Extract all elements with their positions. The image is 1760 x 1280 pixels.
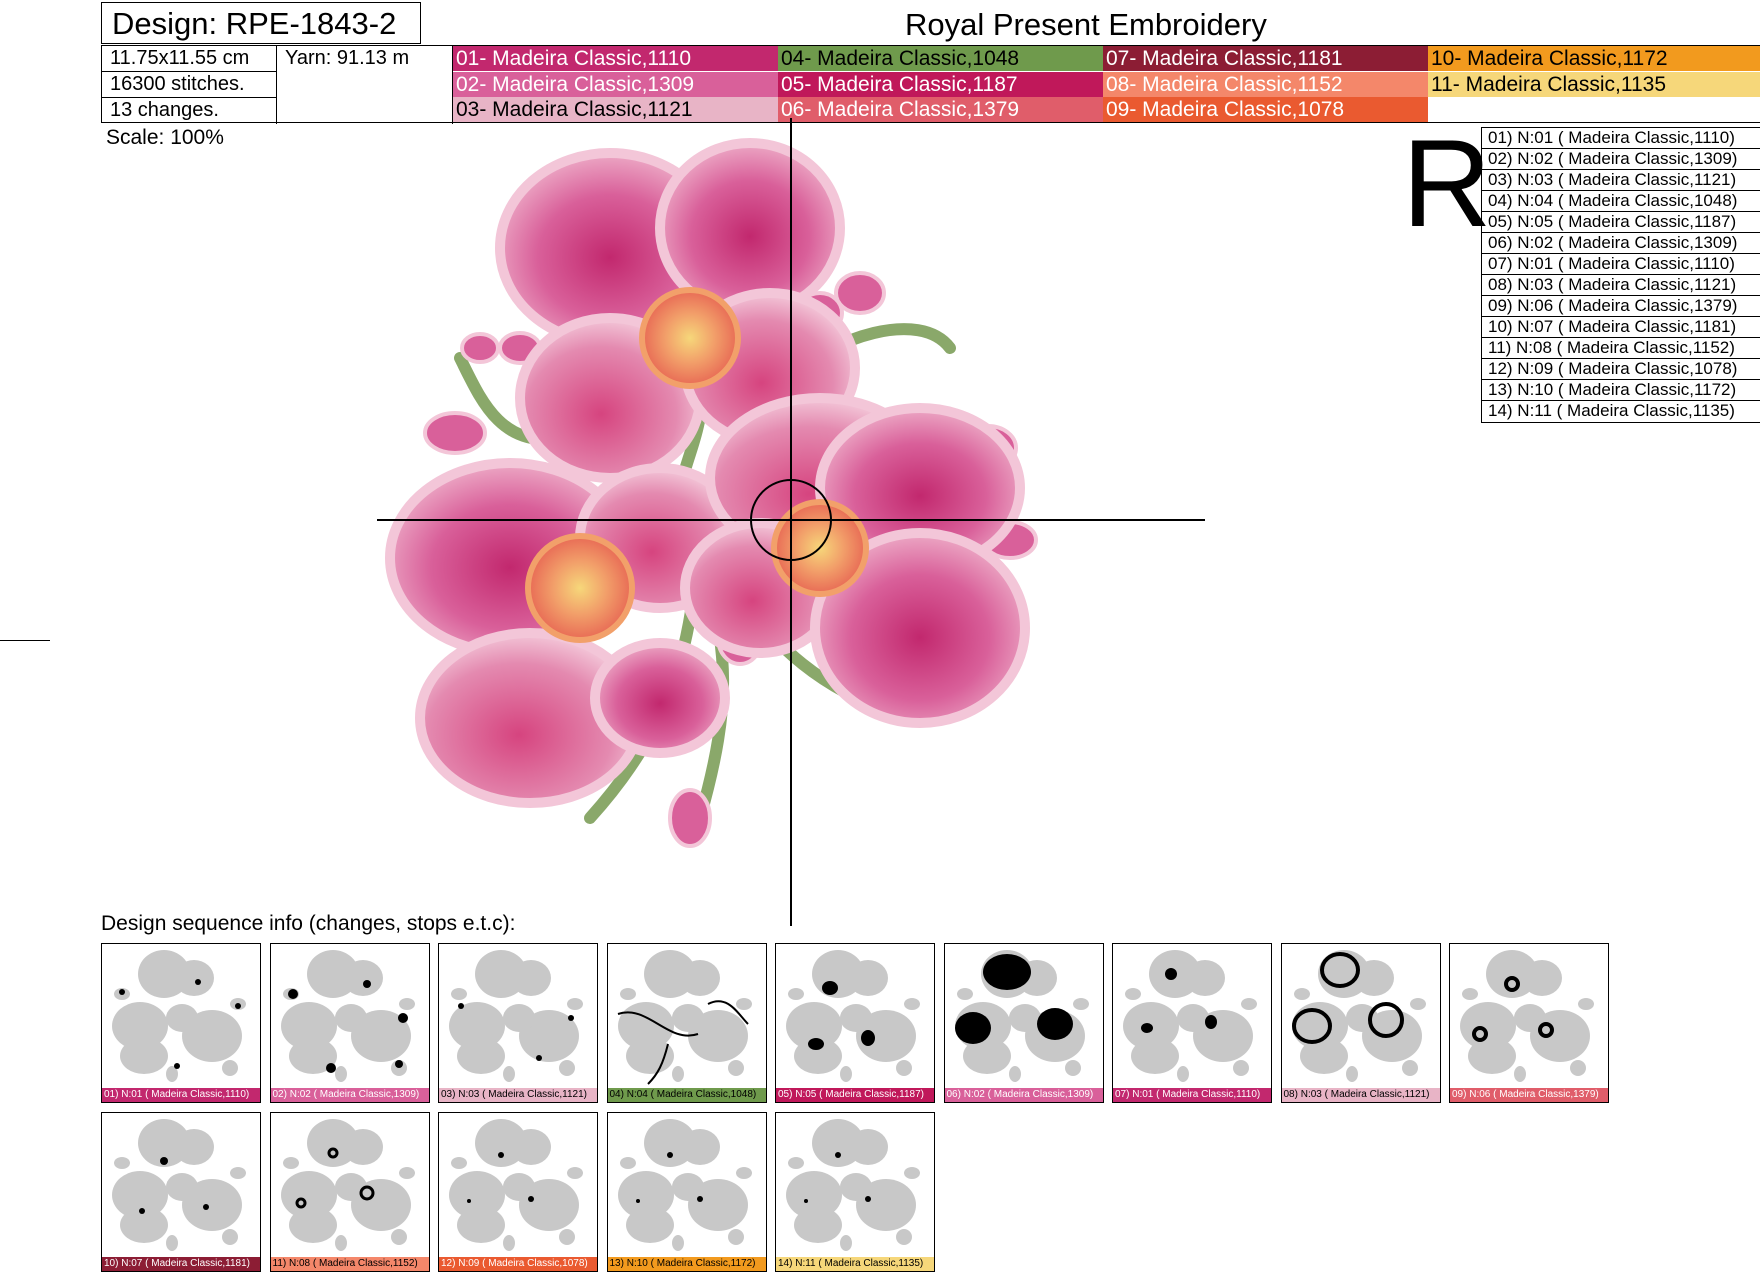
thumbnail-label: 08) N:03 ( Madeira Classic,1121) <box>1281 1088 1440 1102</box>
sequence-row: 09) N:06 ( Madeira Classic,1379) <box>1482 296 1760 317</box>
sequence-thumbnail: 07) N:01 ( Madeira Classic,1110) <box>1112 943 1272 1103</box>
palette-color-07: 07- Madeira Classic,1181 <box>1103 46 1428 71</box>
thumbnail-image <box>954 950 1089 1082</box>
thumbnail-label: 01) N:01 ( Madeira Classic,1110) <box>102 1088 260 1102</box>
sequence-thumbnail: 12) N:09 ( Madeira Classic,1078) <box>438 1112 598 1272</box>
thumbnail-label: 06) N:02 ( Madeira Classic,1309) <box>944 1088 1103 1102</box>
sequence-thumbnail: 14) N:11 ( Madeira Classic,1135) <box>775 1112 935 1272</box>
thumbnail-label: 11) N:08 ( Madeira Classic,1152) <box>270 1257 429 1271</box>
thumbnail-image <box>449 1119 583 1251</box>
thumbnail-image <box>1460 950 1594 1082</box>
thumbnail-image <box>280 1119 415 1251</box>
sequence-row: 08) N:03 ( Madeira Classic,1121) <box>1482 275 1760 296</box>
thumbnail-label: 07) N:01 ( Madeira Classic,1110) <box>1113 1088 1271 1102</box>
sequence-thumbnail: 03) N:03 ( Madeira Classic,1121) <box>438 943 598 1103</box>
scale-label: Scale: 100% <box>106 126 224 149</box>
design-id-label: Design: RPE-1843-2 <box>101 2 421 44</box>
sequence-row: 06) N:02 ( Madeira Classic,1309) <box>1482 233 1760 254</box>
sequence-thumbnail: 01) N:01 ( Madeira Classic,1110) <box>101 943 261 1103</box>
thumbnail-image <box>280 950 415 1082</box>
orientation-letter: R <box>1402 115 1492 253</box>
thumbnail-label: 14) N:11 ( Madeira Classic,1135) <box>776 1257 934 1271</box>
thumbnail-label: 02) N:02 ( Madeira Classic,1309) <box>270 1088 429 1102</box>
thumbnail-label: 09) N:06 ( Madeira Classic,1379) <box>1450 1088 1608 1102</box>
margin-tick <box>0 640 50 641</box>
yarn-length: Yarn: 91.13 m <box>285 47 410 69</box>
color-sequence-list: 01) N:01 ( Madeira Classic,1110) 02) N:02… <box>1481 127 1760 423</box>
palette-color-11: 11- Madeira Classic,1135 <box>1428 71 1760 97</box>
thumbnail-image <box>1123 950 1257 1082</box>
page-title: Royal Present Embroidery <box>905 7 1267 42</box>
thumbnail-label: 03) N:03 ( Madeira Classic,1121) <box>439 1088 597 1102</box>
sequence-row: 05) N:05 ( Madeira Classic,1187) <box>1482 212 1760 233</box>
sequence-row: 14) N:11 ( Madeira Classic,1135) <box>1488 401 1735 420</box>
thumbnail-image <box>786 1119 920 1251</box>
thumbnail-label: 10) N:07 ( Madeira Classic,1181) <box>102 1257 260 1271</box>
sequence-row: 04) N:04 ( Madeira Classic,1048) <box>1482 191 1760 212</box>
palette-color-02: 02- Madeira Classic,1309 <box>453 71 778 97</box>
sequence-thumbnail: 02) N:02 ( Madeira Classic,1309) <box>269 943 430 1103</box>
sequence-row: 03) N:03 ( Madeira Classic,1121) <box>1482 170 1760 191</box>
design-info-table: 11.75x11.55 cm Yarn: 91.13 m 16300 stitc… <box>101 45 1760 124</box>
sequence-thumbnail: 05) N:05 ( Madeira Classic,1187) <box>775 943 935 1103</box>
thumbnail-image <box>112 950 246 1082</box>
right-orchid <box>680 393 1030 728</box>
palette-color-10: 10- Madeira Classic,1172 <box>1428 46 1760 71</box>
sequence-row: 02) N:02 ( Madeira Classic,1309) <box>1482 149 1760 170</box>
thumbnail-image <box>1291 950 1426 1082</box>
palette-color-04: 04- Madeira Classic,1048 <box>778 46 1103 71</box>
sequence-thumbnail: 09) N:06 ( Madeira Classic,1379) <box>1449 943 1609 1103</box>
embroidery-preview <box>377 118 1205 926</box>
thumbnail-image <box>786 950 920 1082</box>
sequence-thumbnail: 13) N:10 ( Madeira Classic,1172) <box>606 1112 767 1272</box>
thumbnail-label: 13) N:10 ( Madeira Classic,1172) <box>607 1257 766 1271</box>
sequence-thumbnail: 08) N:03 ( Madeira Classic,1121) <box>1280 943 1441 1103</box>
sequence-thumbnail: 10) N:07 ( Madeira Classic,1181) <box>101 1112 261 1272</box>
thumbnail-label: 12) N:09 ( Madeira Classic,1078) <box>439 1257 597 1271</box>
sequence-row: 10) N:07 ( Madeira Classic,1181) <box>1482 317 1760 338</box>
palette-color-05: 05- Madeira Classic,1187 <box>778 71 1103 97</box>
thumbnail-image <box>449 950 583 1082</box>
sequence-thumbnail: 04) N:04 ( Madeira Classic,1048) <box>606 943 767 1103</box>
thumbnail-image <box>112 1119 246 1251</box>
palette-color-01: 01- Madeira Classic,1110 <box>453 46 778 71</box>
stitch-count: 16300 stitches. <box>110 73 245 95</box>
sequence-thumbnail: 11) N:08 ( Madeira Classic,1152) <box>269 1112 430 1272</box>
palette-color-08: 08- Madeira Classic,1152 <box>1103 71 1428 97</box>
sequence-row: 11) N:08 ( Madeira Classic,1152) <box>1482 338 1760 359</box>
design-size: 11.75x11.55 cm <box>110 47 250 69</box>
sequence-row: 01) N:01 ( Madeira Classic,1110) <box>1482 128 1760 149</box>
sequence-row: 07) N:01 ( Madeira Classic,1110) <box>1482 254 1760 275</box>
sequence-row: 12) N:09 ( Madeira Classic,1078) <box>1482 359 1760 380</box>
thumbnail-label: 04) N:04 ( Madeira Classic,1048) <box>607 1088 766 1102</box>
thumbnail-image <box>617 1119 752 1251</box>
sequence-thumbnail: 06) N:02 ( Madeira Classic,1309) <box>943 943 1104 1103</box>
thumbnail-image <box>617 950 752 1085</box>
thumbnail-label: 05) N:05 ( Madeira Classic,1187) <box>776 1088 934 1102</box>
color-change-count: 13 changes. <box>110 99 219 121</box>
sequence-caption: Design sequence info (changes, stops e.t… <box>101 912 516 935</box>
sequence-row: 13) N:10 ( Madeira Classic,1172) <box>1482 380 1760 401</box>
